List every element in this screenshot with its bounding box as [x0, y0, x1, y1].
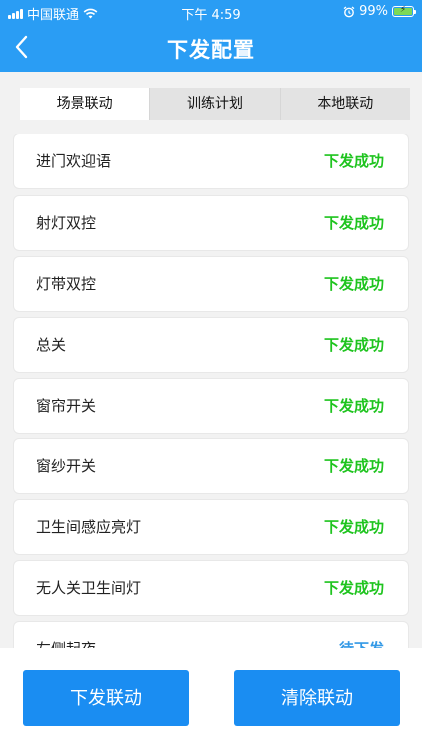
item-name: 窗纱开关: [36, 457, 97, 475]
status-label: 待下发: [339, 622, 384, 648]
item-name: 总关: [36, 336, 67, 354]
list-item[interactable]: 窗纱开关 下发成功: [14, 439, 408, 493]
page-title: 下发配置: [167, 38, 255, 62]
status-label: 下发成功: [323, 275, 384, 293]
status-right: 99% ⚡: [343, 4, 416, 19]
status-label: 下发成功: [323, 336, 384, 354]
battery-icon: ⚡: [392, 5, 416, 17]
tab-bar: 场景联动 训练计划 本地联动: [20, 88, 410, 120]
item-name: 无人关卫生间灯: [36, 579, 142, 597]
list-item[interactable]: 窗帘开关 下发成功: [14, 379, 408, 433]
status-label: 下发成功: [323, 518, 384, 536]
scene-list[interactable]: 进门欢迎语 下发成功 射灯双控 下发成功 灯带双控 下发成功 总关 下发成功 窗…: [0, 134, 422, 648]
tab-training-plan[interactable]: 训练计划: [149, 88, 280, 120]
list-item[interactable]: 卫生间感应亮灯 下发成功: [14, 500, 408, 554]
send-linkage-button[interactable]: 下发联动: [23, 670, 189, 726]
tab-local-linkage[interactable]: 本地联动: [279, 88, 410, 120]
item-name: 窗帘开关: [36, 397, 97, 415]
item-name: 灯带双控: [36, 275, 97, 293]
list-item[interactable]: 左侧起夜 待下发: [14, 622, 408, 648]
status-label: 下发成功: [323, 457, 384, 475]
app-header: 中国联通 下午 4:59 99% ⚡ 下发配置: [0, 0, 422, 72]
charging-bolt-icon: ⚡: [399, 5, 407, 15]
list-item[interactable]: 进门欢迎语 下发成功: [14, 134, 408, 188]
item-name: 左侧起夜: [36, 622, 96, 648]
item-name: 射灯双控: [36, 214, 97, 232]
list-item[interactable]: 射灯双控 下发成功: [14, 196, 408, 250]
item-name: 进门欢迎语: [36, 152, 112, 170]
item-name: 卫生间感应亮灯: [36, 518, 142, 536]
alarm-icon: [343, 5, 355, 17]
clear-linkage-button[interactable]: 清除联动: [234, 670, 400, 726]
status-label: 下发成功: [323, 579, 384, 597]
footer-bar: 下发联动 清除联动: [0, 648, 422, 750]
list-item[interactable]: 灯带双控 下发成功: [14, 257, 408, 311]
status-label: 下发成功: [323, 214, 384, 232]
tab-scene-linkage[interactable]: 场景联动: [20, 88, 150, 120]
status-bar: 中国联通 下午 4:59 99% ⚡: [0, 0, 422, 24]
nav-bar: 下发配置: [0, 24, 422, 72]
status-label: 下发成功: [323, 397, 384, 415]
status-label: 下发成功: [323, 152, 384, 170]
battery-percent: 99%: [359, 4, 388, 19]
list-item[interactable]: 总关 下发成功: [14, 318, 408, 372]
list-item[interactable]: 无人关卫生间灯 下发成功: [14, 561, 408, 615]
